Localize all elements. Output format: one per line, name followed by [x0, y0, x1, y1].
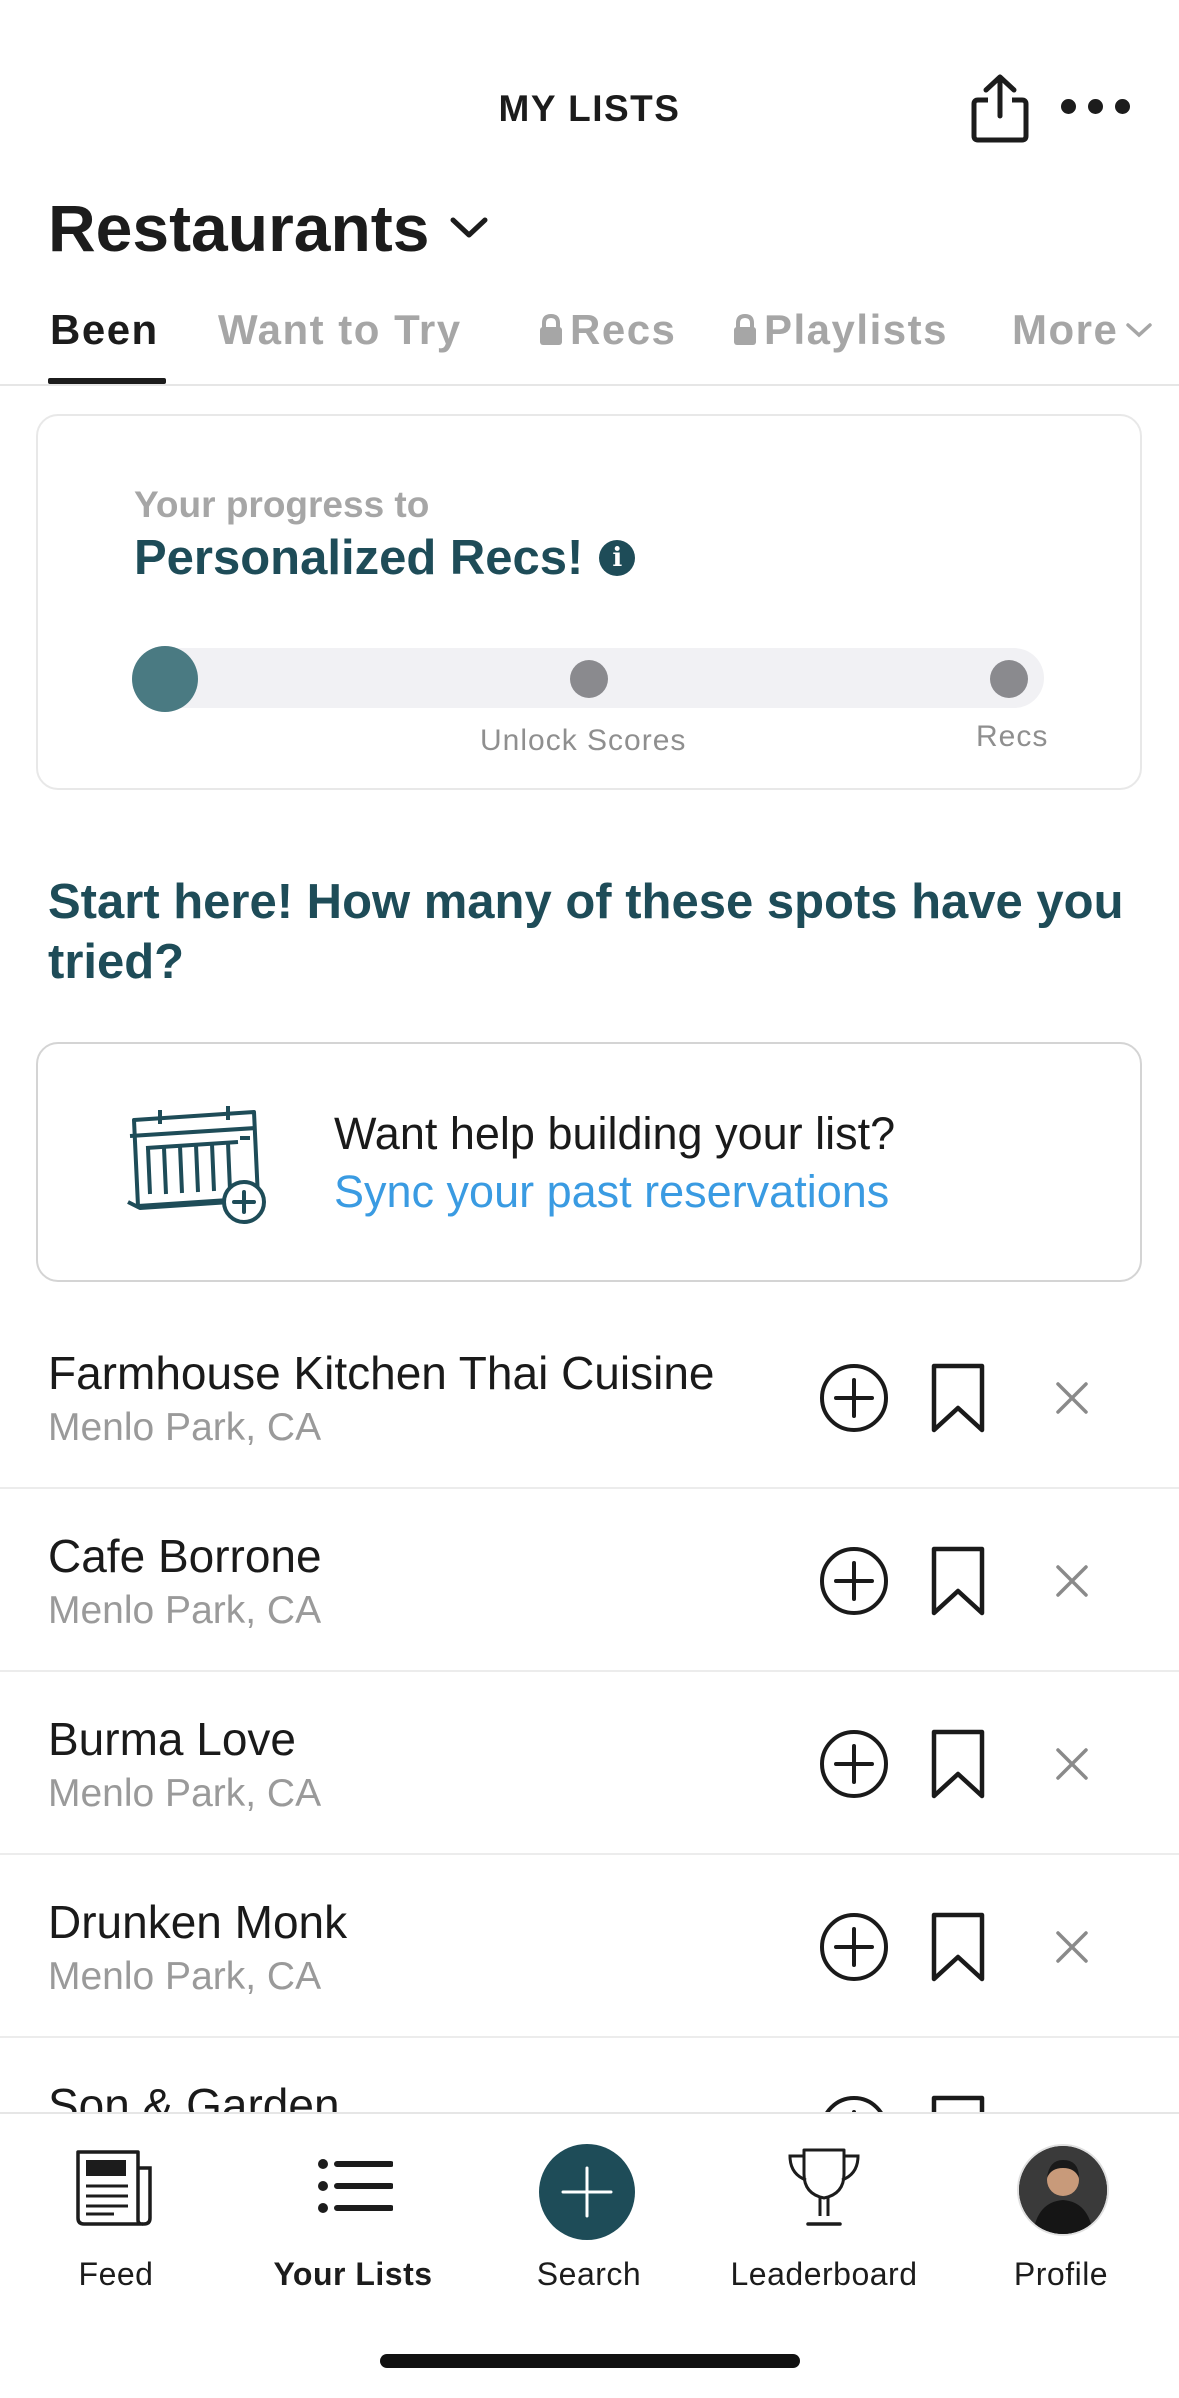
restaurant-name: Farmhouse Kitchen Thai Cuisine: [48, 1347, 715, 1399]
list-icon: [318, 2159, 393, 2213]
add-been-button[interactable]: [818, 1911, 890, 1983]
dismiss-button[interactable]: [1052, 1561, 1092, 1601]
search-fab[interactable]: [539, 2144, 635, 2240]
plus-icon: [561, 2166, 613, 2218]
lock-icon: [540, 313, 562, 345]
onboarding-prompt: Start here! How many of these spots have…: [48, 875, 1124, 989]
bookmark-button[interactable]: [930, 1362, 986, 1434]
trophy-icon: [788, 2148, 860, 2226]
dismiss-button[interactable]: [1052, 1378, 1092, 1418]
info-icon[interactable]: i: [599, 540, 636, 576]
tab-recs[interactable]: Recs: [538, 306, 676, 354]
progress-title: Personalized Recs! i: [134, 530, 636, 586]
restaurant-row[interactable]: Burma Love Menlo Park, CA: [0, 1672, 1179, 1855]
tab-more[interactable]: More: [1012, 306, 1154, 354]
dot-icon: [1114, 98, 1130, 114]
tab-been[interactable]: Been: [50, 306, 159, 354]
restaurant-row[interactable]: Drunken Monk Menlo Park, CA: [0, 1855, 1179, 2038]
tab-playlists[interactable]: Playlists: [732, 306, 948, 354]
newspaper-icon: [76, 2150, 152, 2226]
dot-icon: [1087, 98, 1103, 114]
restaurant-location: Menlo Park, CA: [48, 1406, 322, 1449]
bookmark-button[interactable]: [930, 1545, 986, 1617]
tab-label: More: [1012, 306, 1119, 353]
share-icon: [971, 74, 1029, 143]
list-selector[interactable]: Restaurants: [48, 190, 489, 266]
restaurant-row[interactable]: Farmhouse Kitchen Thai Cuisine Menlo Par…: [0, 1306, 1179, 1489]
restaurant-name: Burma Love: [48, 1713, 297, 1765]
share-button[interactable]: [968, 72, 1032, 144]
restaurant-location: Menlo Park, CA: [48, 1955, 322, 1998]
lock-icon: [734, 313, 756, 345]
more-options-button[interactable]: [1055, 86, 1135, 126]
home-indicator[interactable]: [380, 2354, 800, 2368]
milestone-marker: [570, 660, 608, 698]
progress-current-marker: [132, 646, 198, 712]
nav-label: Your Lists: [273, 2256, 433, 2292]
sync-reservations-link[interactable]: Sync your past reservations: [334, 1166, 889, 1218]
sync-question: Want help building your list?: [334, 1108, 896, 1159]
tab-label: Want to Try: [218, 306, 462, 353]
progress-title-text: Personalized Recs!: [134, 531, 584, 585]
milestone-label: Recs: [976, 720, 1049, 753]
nav-label: Feed: [78, 2256, 154, 2292]
add-been-button[interactable]: [818, 1362, 890, 1434]
dismiss-button[interactable]: [1052, 1744, 1092, 1784]
add-been-button[interactable]: [818, 1545, 890, 1617]
chevron-down-icon: [1126, 323, 1153, 338]
tab-want-to-try[interactable]: Want to Try: [218, 306, 462, 354]
dismiss-button[interactable]: [1052, 1927, 1092, 1967]
milestone-marker: [990, 660, 1028, 698]
tab-label: Recs: [570, 306, 677, 353]
restaurant-name: Cafe Borrone: [48, 1530, 322, 1582]
restaurant-name: Drunken Monk: [48, 1896, 348, 1948]
list-tabs: Been Want to Try Recs Playlists More: [0, 300, 1179, 386]
calendar-sync-icon: [120, 1098, 270, 1228]
bookmark-button[interactable]: [930, 1911, 986, 1983]
tab-label: Playlists: [764, 306, 948, 353]
tab-label: Been: [50, 306, 159, 353]
nav-label: Profile: [1013, 2256, 1109, 2292]
restaurant-location: Menlo Park, CA: [48, 1589, 322, 1632]
add-been-button[interactable]: [818, 1728, 890, 1800]
progress-label: Your progress to: [134, 484, 430, 525]
dot-icon: [1060, 98, 1076, 114]
restaurant-row[interactable]: Cafe Borrone Menlo Park, CA: [0, 1489, 1179, 1672]
nav-label: Leaderboard: [730, 2256, 918, 2292]
milestone-label: Unlock Scores: [480, 724, 687, 757]
chevron-down-icon: [450, 217, 488, 238]
restaurant-location: Menlo Park, CA: [48, 1772, 322, 1815]
list-name: Restaurants: [48, 191, 430, 265]
avatar: [1017, 2144, 1109, 2236]
active-tab-indicator: [48, 378, 166, 384]
nav-label: Search: [536, 2256, 642, 2292]
bookmark-button[interactable]: [930, 1728, 986, 1800]
